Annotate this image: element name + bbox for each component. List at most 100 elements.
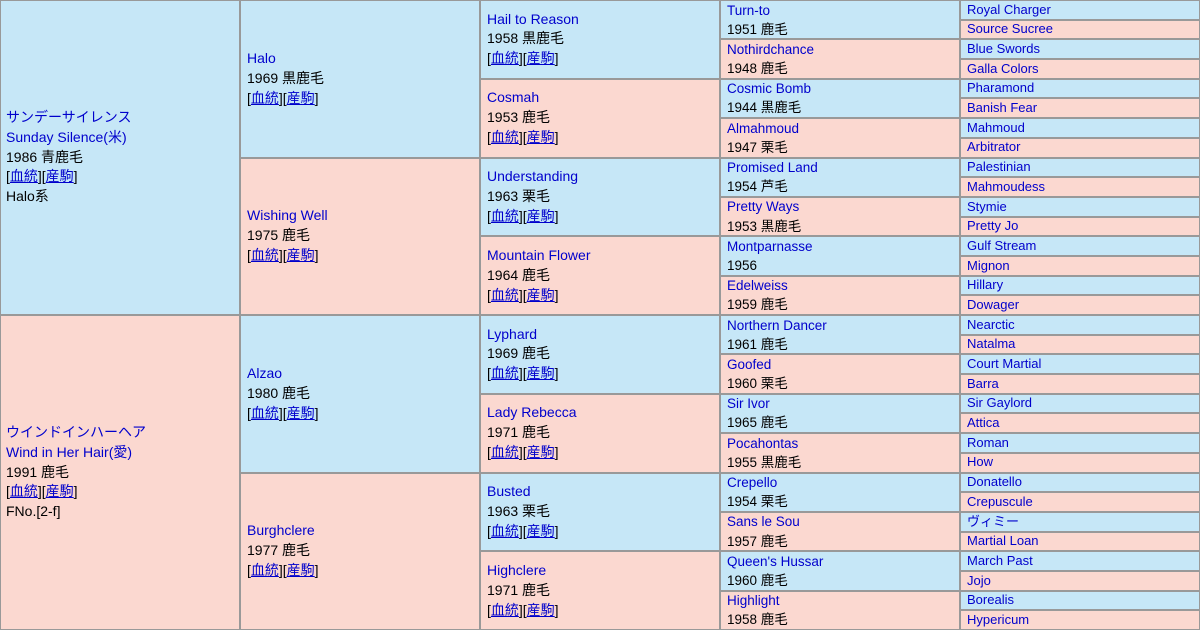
pedigree-link[interactable]: 血統 — [251, 247, 279, 263]
horse-name-link[interactable]: Stymie — [967, 199, 1007, 214]
pedigree-link[interactable]: 血統 — [251, 405, 279, 421]
horse-name-link[interactable]: Crepuscule — [967, 494, 1033, 509]
horse-name-link[interactable]: Burghclere — [247, 522, 315, 538]
horse-name-link[interactable]: Palestinian — [967, 159, 1031, 174]
pedigree-cell-sire: Crepello 1954 栗毛 — [720, 472, 960, 512]
horse-name-link[interactable]: Highclere — [487, 562, 546, 578]
offspring-link[interactable]: 産駒 — [287, 562, 315, 578]
pedigree-cell-dam: Barra — [960, 374, 1200, 394]
horse-name-link[interactable]: Banish Fear — [967, 100, 1037, 115]
offspring-link[interactable]: 産駒 — [527, 208, 555, 224]
pedigree-link[interactable]: 血統 — [491, 602, 519, 618]
horse-name-en: Wind in Her Hair(愛) — [6, 443, 133, 460]
horse-name-link[interactable]: Queen's Hussar — [727, 554, 823, 569]
horse-name-link[interactable]: Borealis — [967, 592, 1014, 607]
horse-name-link[interactable]: Wishing Well — [247, 207, 328, 223]
horse-name-link[interactable]: How — [967, 454, 993, 469]
offspring-link[interactable]: 産駒 — [527, 523, 555, 539]
horse-name-link[interactable]: Court Martial — [967, 356, 1041, 371]
horse-name-link[interactable]: Royal Charger — [967, 2, 1051, 17]
horse-name-link[interactable]: Martial Loan — [967, 533, 1039, 548]
bracket-close: ] — [554, 50, 559, 67]
pedigree-link[interactable]: 血統 — [491, 50, 519, 66]
pedigree-link[interactable]: 血統 — [491, 365, 519, 381]
pedigree-link[interactable]: 血統 — [10, 483, 38, 499]
horse-name-row: Cosmah — [487, 88, 719, 108]
horse-name-link[interactable]: Nearctic — [967, 317, 1015, 332]
horse-name-link[interactable]: Mahmoudess — [967, 179, 1045, 194]
offspring-link[interactable]: 産駒 — [527, 50, 555, 66]
horse-name-row: Pharamond — [967, 80, 1199, 98]
offspring-link[interactable]: 産駒 — [287, 90, 315, 106]
horse-name-link[interactable]: Pharamond — [967, 80, 1034, 95]
horse-name-link[interactable]: Gulf Stream — [967, 238, 1036, 253]
horse-name-link[interactable]: Alzao — [247, 365, 282, 381]
offspring-link[interactable]: 産駒 — [287, 247, 315, 263]
horse-name-link[interactable]: Crepello — [727, 475, 777, 490]
horse-name-link[interactable]: Montparnasse — [727, 239, 813, 254]
pedigree-cell-dam: Galla Colors — [960, 59, 1200, 79]
horse-name-link[interactable]: Promised Land — [727, 160, 818, 175]
pedigree-link[interactable]: 血統 — [10, 168, 38, 184]
horse-name-link[interactable]: Lady Rebecca — [487, 404, 577, 420]
pedigree-offspring-links: [血統][産駒] — [247, 404, 479, 424]
horse-name-link[interactable]: Almahmoud — [727, 121, 799, 136]
horse-name-link[interactable]: Lyphard — [487, 326, 537, 342]
horse-name-link[interactable]: Hypericum — [967, 612, 1029, 627]
offspring-link[interactable]: 産駒 — [527, 287, 555, 303]
horse-name-link[interactable]: Hillary — [967, 277, 1003, 292]
pedigree-link[interactable]: 血統 — [491, 287, 519, 303]
pedigree-cell-sire: Turn-to 1951 鹿毛 — [720, 0, 960, 40]
horse-name-link[interactable]: Nothirdchance — [727, 42, 814, 57]
horse-name-link[interactable]: Sir Ivor — [727, 396, 770, 411]
horse-name-link[interactable]: Sans le Sou — [727, 514, 800, 529]
horse-name-link[interactable]: Cosmah — [487, 89, 539, 105]
horse-name-link[interactable]: Natalma — [967, 336, 1015, 351]
horse-name-link[interactable]: Pretty Jo — [967, 218, 1018, 233]
offspring-link[interactable]: 産駒 — [527, 444, 555, 460]
pedigree-cell-dam: Edelweiss 1959 鹿毛 — [720, 275, 960, 315]
horse-name-link[interactable]: ヴィミー — [967, 514, 1019, 529]
horse-name-link[interactable]: Barra — [967, 376, 999, 391]
horse-name-link[interactable]: Goofed — [727, 357, 771, 372]
horse-name-link[interactable]: Cosmic Bomb — [727, 81, 811, 96]
pedigree-link[interactable]: 血統 — [251, 90, 279, 106]
offspring-link[interactable]: 産駒 — [46, 168, 74, 184]
offspring-link[interactable]: 産駒 — [527, 129, 555, 145]
horse-name-link[interactable]: Mignon — [967, 258, 1010, 273]
horse-name-link[interactable]: Roman — [967, 435, 1009, 450]
pedigree-link[interactable]: 血統 — [491, 444, 519, 460]
horse-name-link[interactable]: Highlight — [727, 593, 780, 608]
offspring-link[interactable]: 産駒 — [527, 602, 555, 618]
horse-name-link[interactable]: Understanding — [487, 168, 578, 184]
horse-name-link[interactable]: Sir Gaylord — [967, 395, 1032, 410]
horse-name-link[interactable]: Northern Dancer — [727, 318, 827, 333]
horse-birth-coat: 1956 — [727, 257, 758, 273]
offspring-link[interactable]: 産駒 — [46, 483, 74, 499]
pedigree-link[interactable]: 血統 — [491, 523, 519, 539]
horse-name-link[interactable]: Galla Colors — [967, 61, 1039, 76]
offspring-link[interactable]: 産駒 — [527, 365, 555, 381]
horse-birth-coat: 1958 鹿毛 — [727, 612, 788, 628]
pedigree-link[interactable]: 血統 — [491, 208, 519, 224]
pedigree-link[interactable]: 血統 — [251, 562, 279, 578]
horse-name-link[interactable]: Attica — [967, 415, 1000, 430]
horse-name-link[interactable]: Pretty Ways — [727, 199, 799, 214]
horse-name-link[interactable]: Hail to Reason — [487, 11, 579, 27]
horse-name-link[interactable]: March Past — [967, 553, 1033, 568]
horse-name-link[interactable]: Busted — [487, 483, 531, 499]
offspring-link[interactable]: 産駒 — [287, 405, 315, 421]
horse-name-link[interactable]: Edelweiss — [727, 278, 788, 293]
horse-name-link[interactable]: Jojo — [967, 573, 991, 588]
horse-name-link[interactable]: Dowager — [967, 297, 1019, 312]
horse-name-link[interactable]: Turn-to — [727, 3, 770, 18]
horse-name-link[interactable]: Pocahontas — [727, 436, 798, 451]
horse-name-link[interactable]: Donatello — [967, 474, 1022, 489]
horse-name-link[interactable]: Blue Swords — [967, 41, 1040, 56]
horse-name-link[interactable]: Mahmoud — [967, 120, 1025, 135]
horse-name-link[interactable]: Source Sucree — [967, 21, 1053, 36]
horse-name-link[interactable]: Halo — [247, 50, 276, 66]
pedigree-link[interactable]: 血統 — [491, 129, 519, 145]
horse-name-link[interactable]: Mountain Flower — [487, 247, 591, 263]
horse-name-link[interactable]: Arbitrator — [967, 139, 1020, 154]
